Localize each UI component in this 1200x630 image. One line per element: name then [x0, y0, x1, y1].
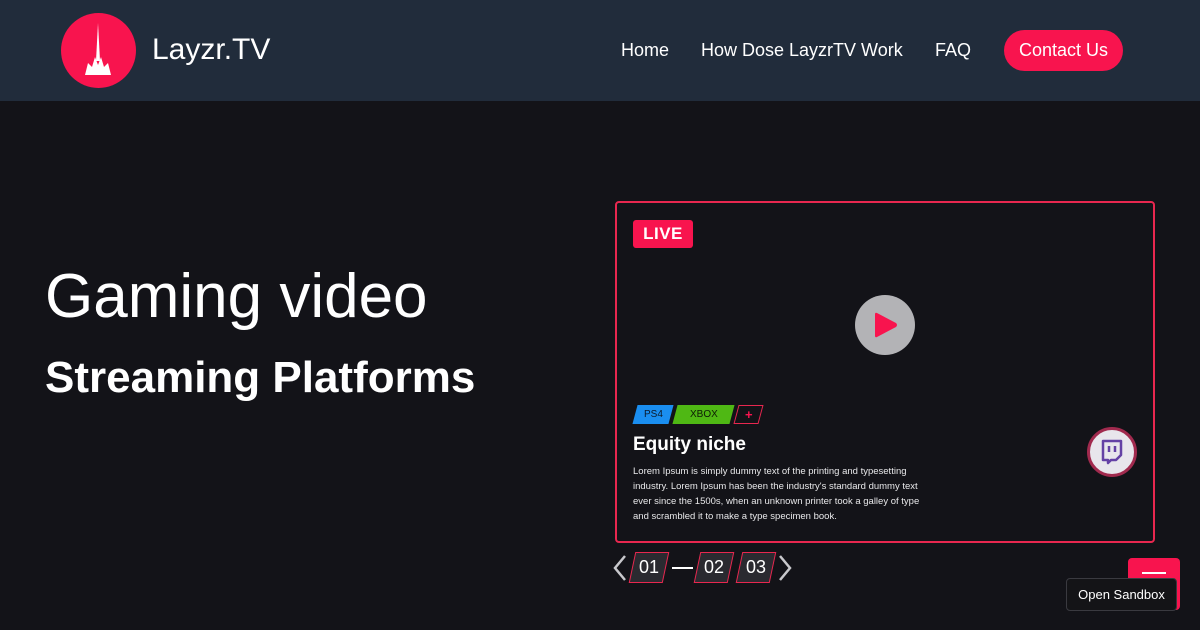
- nav-how-it-works[interactable]: How Dose LayzrTV Work: [701, 40, 903, 61]
- chevron-right-icon: [779, 555, 792, 581]
- spire-icon: [85, 23, 111, 75]
- play-button[interactable]: [855, 295, 915, 355]
- tag-ps4: PS4: [632, 405, 674, 424]
- page-02[interactable]: 02: [693, 552, 735, 583]
- hero-subtitle: Streaming Platforms: [45, 353, 476, 402]
- tag-add-button[interactable]: +: [733, 405, 764, 424]
- play-icon: [875, 312, 897, 338]
- open-sandbox-button[interactable]: Open Sandbox: [1066, 578, 1177, 611]
- nav-faq[interactable]: FAQ: [935, 40, 971, 61]
- twitch-icon: [1101, 439, 1123, 465]
- next-arrow[interactable]: [777, 553, 793, 583]
- chevron-left-icon: [613, 555, 626, 581]
- card-description: Lorem Ipsum is simply dummy text of the …: [633, 466, 920, 522]
- live-badge: LIVE: [633, 220, 693, 248]
- site-header: Layzr.TV Home How Dose LayzrTV Work FAQ …: [0, 0, 1200, 101]
- prev-arrow[interactable]: [612, 553, 628, 583]
- page-01[interactable]: 01: [628, 552, 670, 583]
- pager-active-line: [672, 567, 693, 569]
- hero-title: Gaming video: [45, 262, 428, 331]
- contact-us-button[interactable]: Contact Us: [1004, 30, 1123, 71]
- brand-name[interactable]: Layzr.TV: [152, 33, 270, 67]
- card-title: Equity niche: [633, 434, 746, 455]
- video-card: LIVE PS4 XBOX + Equity niche Lorem Ipsum…: [615, 201, 1155, 543]
- twitch-button[interactable]: [1087, 427, 1137, 477]
- page-03[interactable]: 03: [735, 552, 777, 583]
- logo[interactable]: [61, 13, 136, 88]
- tag-xbox: XBOX: [672, 405, 735, 424]
- nav-home[interactable]: Home: [621, 40, 669, 61]
